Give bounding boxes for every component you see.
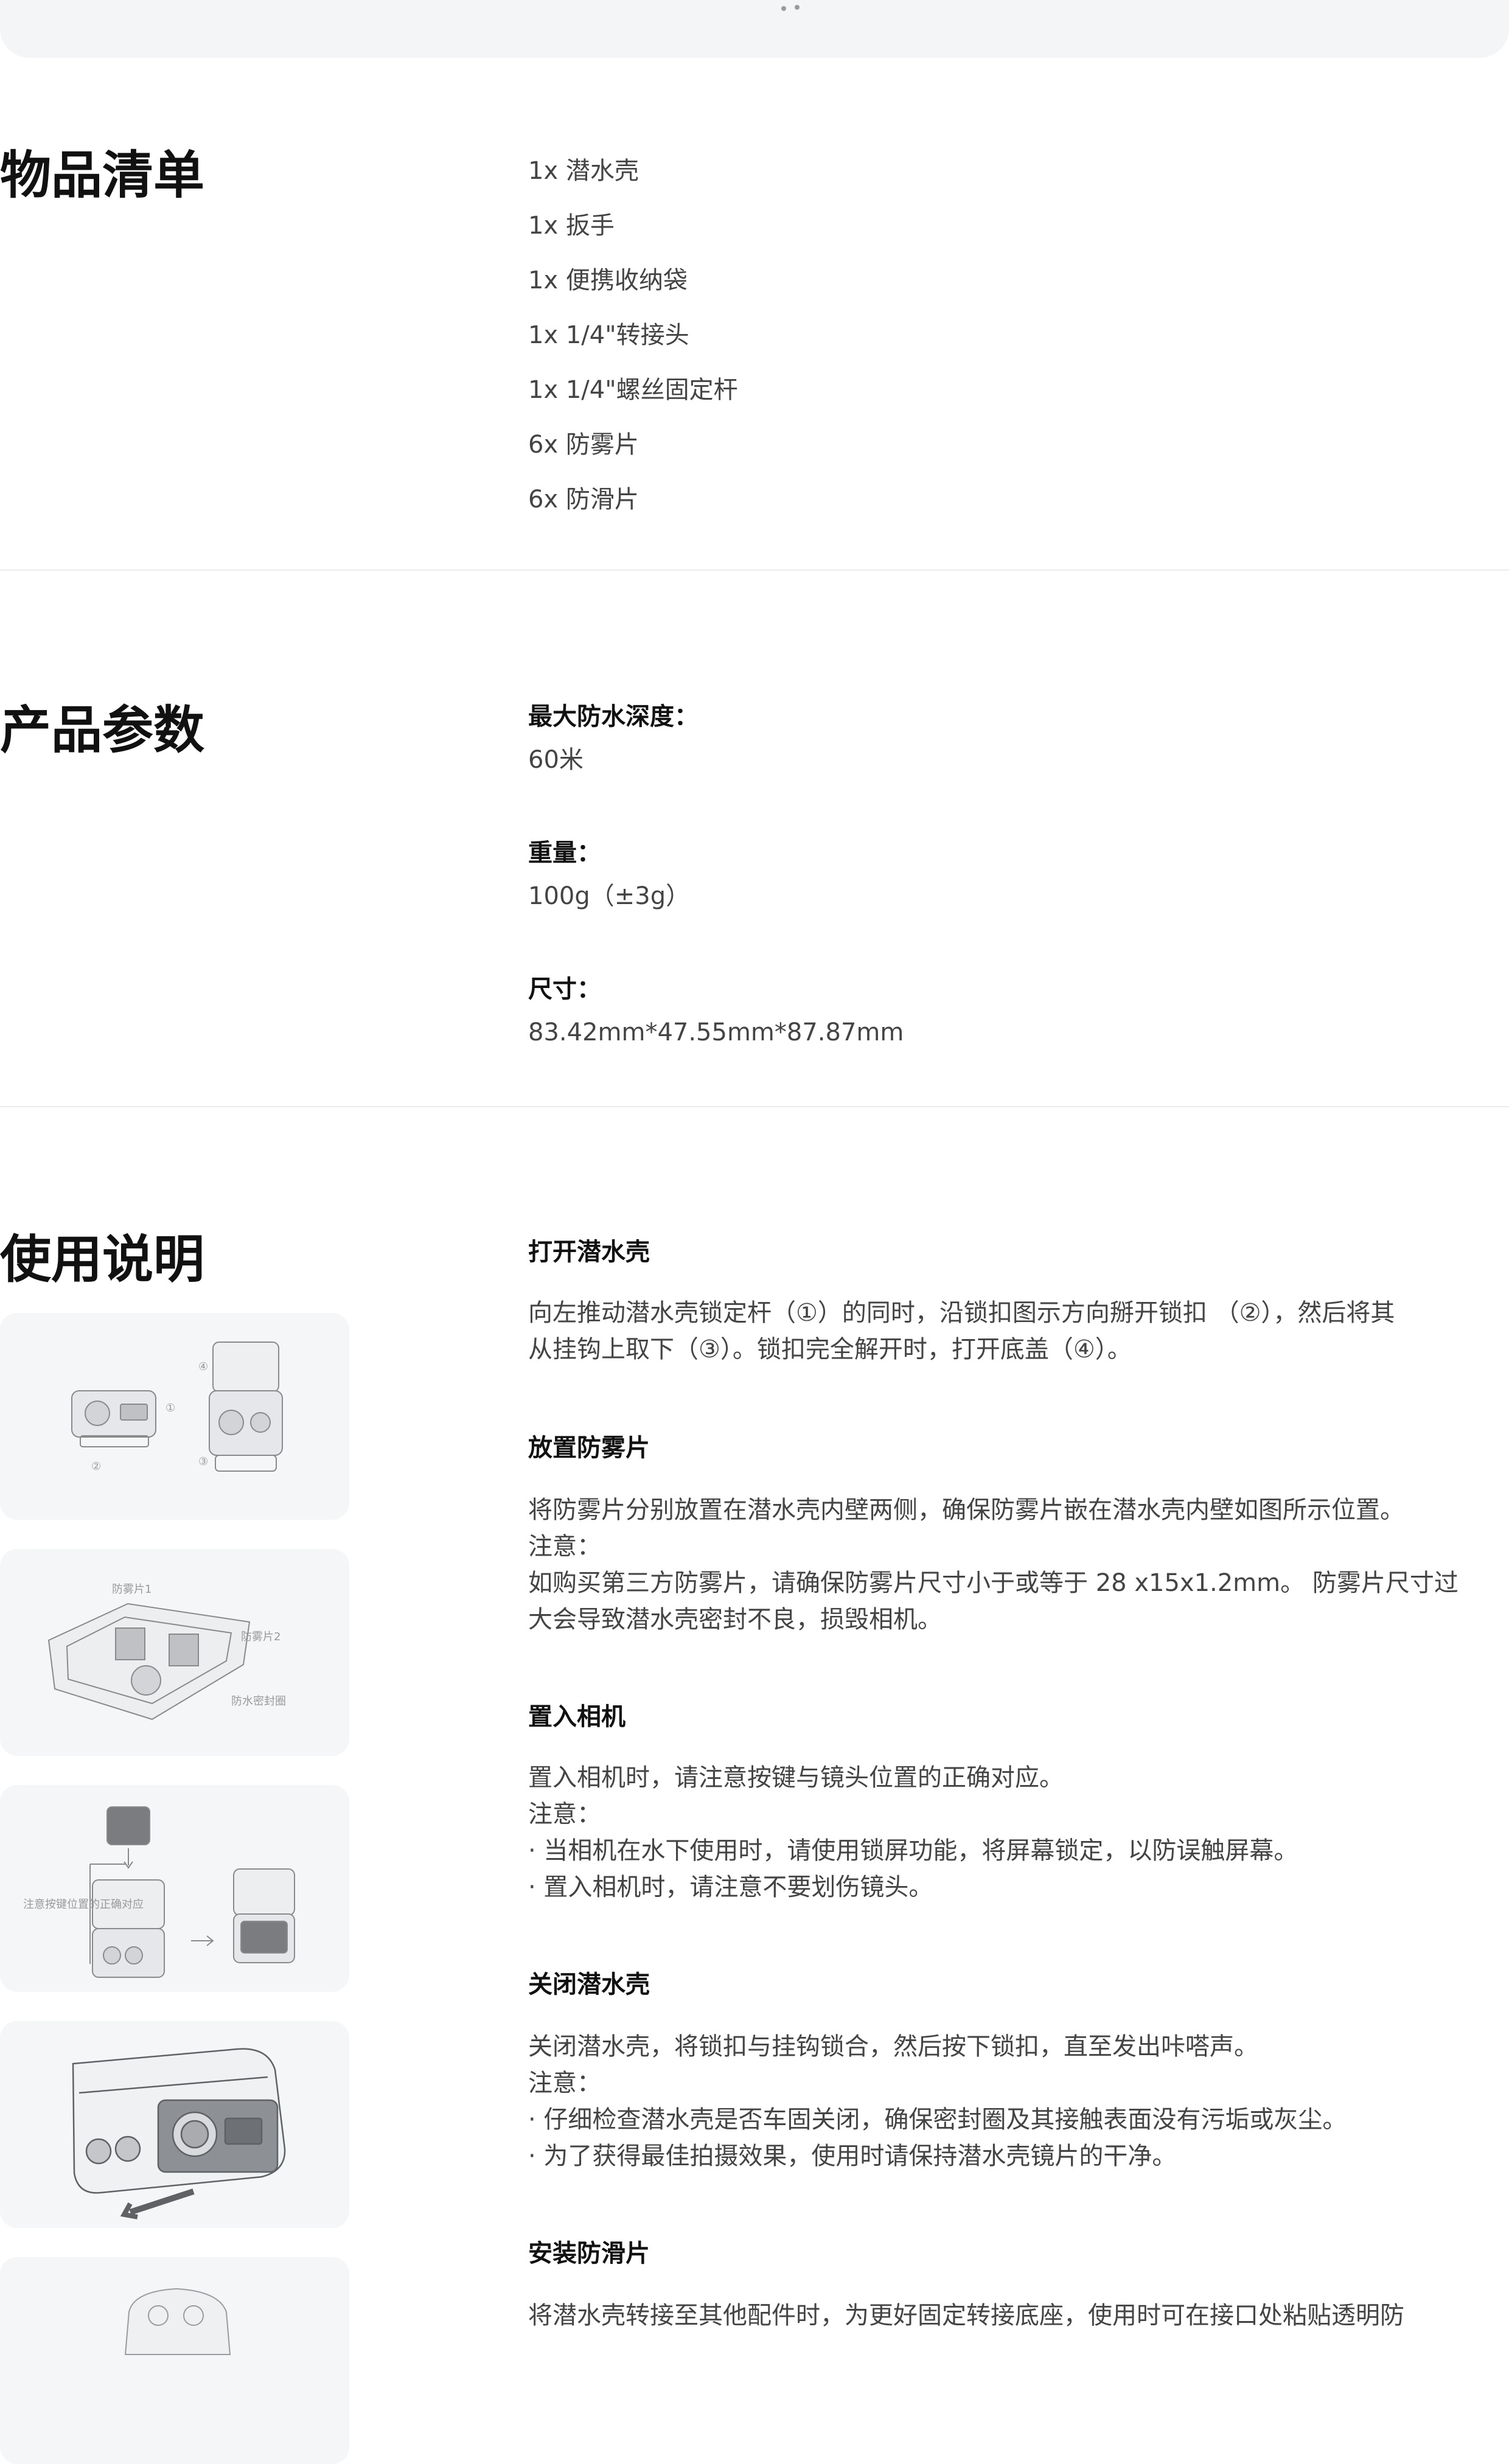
antifog-label-1: 防雾片1	[112, 1583, 152, 1596]
param-value: 100g（±3g）	[528, 882, 691, 910]
list-item: 1x 1/4"螺丝固定杆	[528, 376, 738, 404]
step-open-title-block: 打开潜水壳	[528, 1234, 1465, 1270]
param-size: 尺寸： 83.42mm*47.55mm*87.87mm	[528, 971, 904, 1053]
step-title: 放置防雾片	[528, 1434, 650, 1462]
params-section-title: 产品参数	[0, 700, 205, 760]
step-antislip-title-block: 安装防滑片	[528, 2235, 1465, 2272]
marker-2: ②	[91, 1460, 101, 1473]
step-antifog-text: 将防雾片分别放置在潜水壳内壁两侧，确保防雾片嵌在潜水壳内壁如图所示位置。 注意：…	[528, 1492, 1465, 1638]
list-item: 1x 便携收纳袋	[528, 266, 688, 294]
step-line: · 仔细检查潜水壳是否车固关闭，确保密封圈及其接触表面没有污垢或灰尘。	[528, 2106, 1347, 2134]
step-antislip-text: 将潜水壳转接至其他配件时，为更好固定转接底座，使用时可在接口处粘贴透明防	[528, 2297, 1465, 2334]
step-line: 如购买第三方防雾片，请确保防雾片尺寸小于或等于 28 x15x1.2mm。 防雾…	[528, 1569, 1458, 1597]
step-line: 向左推动潜水壳锁定杆（①）的同时，沿锁扣图示方向掰开锁扣 （②），然后将其	[528, 1299, 1395, 1327]
marker-3: ③	[198, 1455, 208, 1468]
step-line: · 为了获得最佳拍摄效果，使用时请保持潜水壳镜片的干净。	[528, 2142, 1177, 2170]
step-close-title-block: 关闭潜水壳	[528, 1966, 1465, 2003]
step-line: 从挂钩上取下（③）。锁扣完全解开时，打开底盖（④）。	[528, 1335, 1132, 1363]
list-item: 6x 防雾片	[528, 431, 639, 459]
insert-camera-drawing: 注意按键位置的正确对应	[23, 1806, 295, 1978]
list-item: 1x 潜水壳	[528, 157, 639, 185]
step-title: 安装防滑片	[528, 2240, 650, 2267]
step-line: 将防雾片分别放置在潜水壳内壁两侧，确保防雾片嵌在潜水壳内壁如图所示位置。	[528, 1496, 1404, 1524]
param-label: 尺寸：	[528, 975, 601, 1003]
step-line: 置入相机时，请注意按键与镜头位置的正确对应。	[528, 1764, 1064, 1792]
banner-logo-mark	[779, 5, 803, 12]
step-line: 注意：	[528, 1800, 601, 1828]
param-value: 60米	[528, 746, 584, 774]
step-close-text: 关闭潜水壳，将锁扣与挂钩锁合，然后按下锁扣，直至发出咔嗒声。 注意： · 仔细检…	[528, 2028, 1465, 2174]
step-camera-title-block: 置入相机	[528, 1699, 1465, 1735]
step-title: 置入相机	[528, 1703, 626, 1731]
marker-1: ①	[166, 1402, 175, 1415]
step-line: 大会导致潜水壳密封不良，损毁相机。	[528, 1606, 942, 1634]
antislip-illustration	[0, 2257, 349, 2464]
step-open-text: 向左推动潜水壳锁定杆（①）的同时，沿锁扣图示方向掰开锁扣 （②），然后将其 从挂…	[528, 1295, 1465, 1368]
section-divider	[0, 1106, 1509, 1107]
top-banner	[0, 0, 1509, 58]
list-item: 6x 防滑片	[528, 485, 639, 513]
marker-4: ④	[198, 1360, 208, 1373]
antifog-illustration: 防雾片1 防雾片2 防水密封圈	[0, 1549, 349, 1756]
step-title: 打开潜水壳	[528, 1238, 650, 1266]
camera-orientation-label: 注意按键位置的正确对应	[23, 1898, 144, 1911]
antislip-drawing	[124, 2288, 231, 2355]
list-item: 1x 扳手	[528, 212, 615, 240]
param-weight: 重量： 100g（±3g）	[528, 835, 690, 916]
items-section-title: 物品清单	[0, 145, 205, 205]
step-line: 关闭潜水壳，将锁扣与挂钩锁合，然后按下锁扣，直至发出咔嗒声。	[528, 2033, 1258, 2061]
step-line: 注意：	[528, 1533, 601, 1561]
param-label: 重量：	[528, 839, 601, 867]
antifog-label-2: 防雾片2	[241, 1630, 281, 1643]
seal-label: 防水密封圈	[231, 1695, 286, 1708]
param-label: 最大防水深度：	[528, 703, 699, 731]
open-housing-illustration: ① ② ③ ④	[0, 1313, 349, 1520]
close-housing-illustration	[0, 2021, 349, 2228]
section-divider	[0, 569, 1509, 571]
items-list: 1x 潜水壳 1x 扳手 1x 便携收纳袋 1x 1/4"转接头 1x 1/4"…	[528, 151, 738, 534]
step-line: 将潜水壳转接至其他配件时，为更好固定转接底座，使用时可在接口处粘贴透明防	[528, 2302, 1404, 2330]
param-value: 83.42mm*47.55mm*87.87mm	[528, 1018, 904, 1046]
step-antifog-title-block: 放置防雾片	[528, 1430, 1465, 1466]
step-title: 关闭潜水壳	[528, 1971, 650, 1999]
step-camera-text: 置入相机时，请注意按键与镜头位置的正确对应。 注意： · 当相机在水下使用时，请…	[528, 1759, 1465, 1905]
close-housing-drawing	[72, 2048, 286, 2219]
step-line: · 当相机在水下使用时，请使用锁屏功能，将屏幕锁定，以防误触屏幕。	[528, 1837, 1298, 1865]
usage-section-title: 使用说明	[0, 1230, 205, 1289]
step-line: · 置入相机时，请注意不要划伤镜头。	[528, 1873, 933, 1901]
step-line: 注意：	[528, 2069, 601, 2097]
param-depth: 最大防水深度： 60米	[528, 698, 699, 780]
insert-camera-illustration: 注意按键位置的正确对应	[0, 1785, 349, 1992]
open-housing-drawing: ① ② ③ ④	[71, 1342, 283, 1473]
antifog-drawing: 防雾片1 防雾片2 防水密封圈	[47, 1583, 286, 1721]
list-item: 1x 1/4"转接头	[528, 321, 689, 349]
